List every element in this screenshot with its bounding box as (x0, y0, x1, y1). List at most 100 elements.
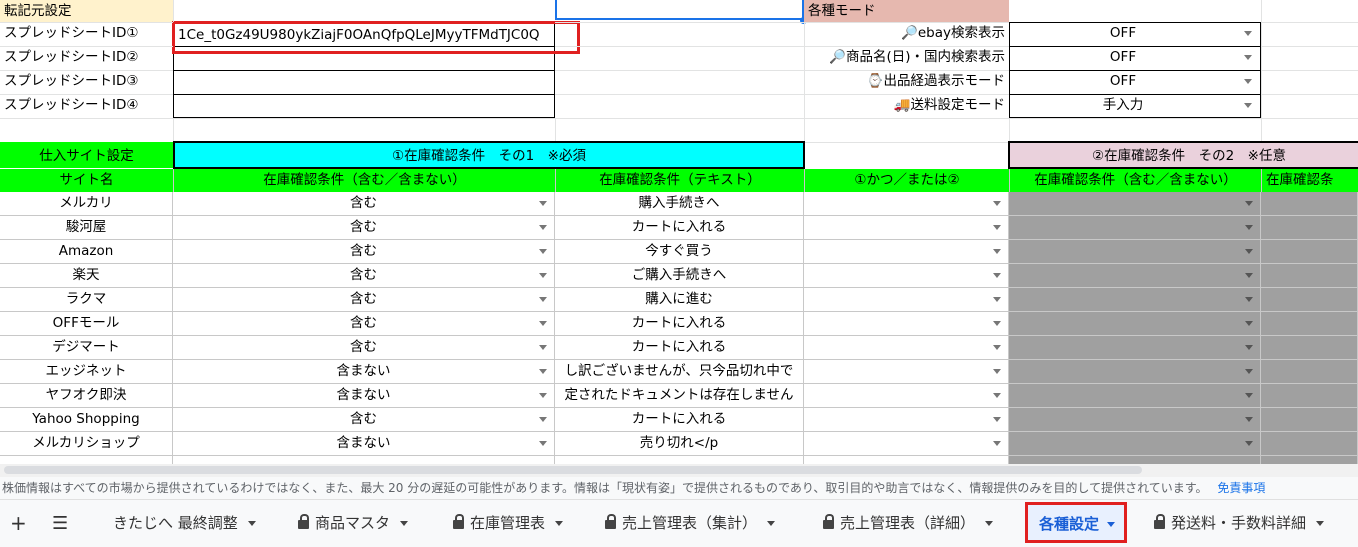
cond2-include-cell[interactable] (1009, 264, 1261, 288)
dropdown-arrow-icon[interactable] (539, 321, 547, 326)
sheet-tab-sales-summary[interactable]: 売上管理表（集計） (605, 500, 776, 547)
mode-label-listing-elapsed[interactable]: ⌚出品経過表示モード (804, 70, 1009, 94)
cond2-text-cell[interactable] (1261, 312, 1358, 336)
site-name-cell[interactable]: OFFモール (0, 312, 173, 336)
sheet-tab-product-master[interactable]: 商品マスタ (298, 500, 409, 547)
dropdown-arrow-icon[interactable] (993, 393, 1001, 398)
mode-label-product-name[interactable]: 🔎商品名(日)・国内検索表示 (804, 46, 1009, 70)
cond-text-cell[interactable]: ご購入手続きへ (555, 264, 804, 288)
dropdown-arrow-icon[interactable] (1245, 273, 1253, 278)
sheet-tab-kitajie[interactable]: きたじへ 最終調整 (113, 500, 256, 547)
dropdown-arrow-icon[interactable] (993, 201, 1001, 206)
site-name-cell[interactable]: メルカリショップ (0, 432, 173, 456)
site-name-cell[interactable]: ヤフオク即決 (0, 384, 173, 408)
cond2-text-cell[interactable] (1261, 408, 1358, 432)
dropdown-arrow-icon[interactable] (539, 369, 547, 374)
mode-value-ebay[interactable]: OFF (1009, 22, 1237, 46)
site-name-cell[interactable]: ラクマ (0, 288, 173, 312)
tab-menu-arrow-icon[interactable] (985, 521, 994, 526)
selected-cell-outline[interactable] (555, 0, 804, 20)
mode-label-ebay[interactable]: 🔎ebay検索表示 (804, 22, 1009, 46)
cond-include-cell[interactable]: 含まない (173, 432, 555, 456)
dropdown-arrow-icon[interactable] (993, 297, 1001, 302)
sheet-id-label-4[interactable]: スプレッドシートID④ (0, 94, 173, 118)
cond2-text-cell[interactable] (1261, 384, 1358, 408)
dropdown-arrow-icon[interactable] (1245, 225, 1253, 230)
dropdown-arrow-icon[interactable] (1245, 417, 1253, 422)
site-name-cell[interactable]: Amazon (0, 240, 173, 264)
dropdown-arrow-icon[interactable] (1245, 393, 1253, 398)
dropdown-arrow-icon[interactable] (1245, 321, 1253, 326)
dropdown-arrow-icon[interactable] (539, 393, 547, 398)
col-header-cond2-include[interactable]: 在庫確認条件（含む／含まない） (1009, 169, 1261, 192)
dropdown-arrow-icon[interactable] (1245, 297, 1253, 302)
and-or-cell[interactable] (804, 312, 1009, 336)
sheet-tab-settings-active[interactable]: 各種設定 (1025, 502, 1127, 543)
cond-text-cell[interactable]: 定されたドキュメントは存在しません (555, 384, 804, 408)
cond2-include-cell[interactable] (1009, 288, 1261, 312)
cond2-include-cell[interactable] (1009, 240, 1261, 264)
cond-include-cell[interactable]: 含む (173, 240, 555, 264)
site-name-cell[interactable]: エッジネット (0, 360, 173, 384)
cond-text-cell[interactable]: 今すぐ買う (555, 240, 804, 264)
dropdown-arrow-icon[interactable] (539, 441, 547, 446)
cond2-include-cell[interactable] (1009, 192, 1261, 216)
cond2-include-cell[interactable] (1009, 336, 1261, 360)
horizontal-scrollbar[interactable] (0, 464, 1358, 477)
cond-include-cell[interactable]: 含む (173, 192, 555, 216)
dropdown-arrow-icon[interactable] (539, 417, 547, 422)
dropdown-arrow-icon[interactable] (1244, 31, 1252, 36)
purchase-site-settings-header[interactable]: 仕入サイト設定 (0, 142, 173, 168)
mode-value-listing-elapsed[interactable]: OFF (1009, 70, 1237, 94)
cond-text-cell[interactable]: し訳ございませんが、只今品切れ中で (555, 360, 804, 384)
col-header-cond2-text[interactable]: 在庫確認条 (1261, 169, 1358, 192)
and-or-cell[interactable] (804, 432, 1009, 456)
dropdown-arrow-icon[interactable] (993, 441, 1001, 446)
and-or-cell[interactable] (804, 216, 1009, 240)
dropdown-arrow-icon[interactable] (1244, 103, 1252, 108)
cond-include-cell[interactable]: 含む (173, 216, 555, 240)
dropdown-arrow-icon[interactable] (1244, 79, 1252, 84)
sheet-id-label-1[interactable]: スプレッドシートID① (0, 22, 173, 46)
cond-text-cell[interactable]: カートに入れる (555, 408, 804, 432)
cond2-include-cell[interactable] (1009, 408, 1261, 432)
and-or-cell[interactable] (804, 360, 1009, 384)
scrollbar-thumb[interactable] (4, 466, 1142, 474)
tab-menu-arrow-icon[interactable] (767, 521, 776, 526)
cond-text-cell[interactable]: カートに入れる (555, 216, 804, 240)
sheet-id-label-3[interactable]: スプレッドシートID③ (0, 70, 173, 94)
tab-menu-arrow-icon[interactable] (1316, 521, 1325, 526)
partial-row-cell[interactable] (804, 456, 1009, 464)
dropdown-arrow-icon[interactable] (539, 201, 547, 206)
sheet-tab-inventory[interactable]: 在庫管理表 (453, 500, 564, 547)
tab-menu-arrow-icon[interactable] (400, 521, 409, 526)
cond2-text-cell[interactable] (1261, 360, 1358, 384)
cond-text-cell[interactable]: 購入手続きへ (555, 192, 804, 216)
cond2-text-cell[interactable] (1261, 264, 1358, 288)
cond-include-cell[interactable]: 含まない (173, 384, 555, 408)
tab-menu-arrow-icon[interactable] (1107, 522, 1116, 527)
dropdown-arrow-icon[interactable] (1245, 201, 1253, 206)
cond2-text-cell[interactable] (1261, 432, 1358, 456)
site-name-cell[interactable]: 駿河屋 (0, 216, 173, 240)
site-name-cell[interactable]: メルカリ (0, 192, 173, 216)
dropdown-arrow-icon[interactable] (993, 369, 1001, 374)
and-or-cell[interactable] (804, 384, 1009, 408)
dropdown-arrow-icon[interactable] (539, 273, 547, 278)
modes-header[interactable]: 各種モード (804, 0, 1009, 22)
cond-text-cell[interactable]: カートに入れる (555, 312, 804, 336)
and-or-cell[interactable] (804, 288, 1009, 312)
site-name-cell[interactable]: デジマート (0, 336, 173, 360)
and-or-cell[interactable] (804, 408, 1009, 432)
partial-row-cell[interactable] (0, 456, 173, 464)
col-header-cond-text[interactable]: 在庫確認条件（テキスト） (555, 169, 804, 192)
add-sheet-button[interactable]: + (10, 500, 27, 547)
dropdown-arrow-icon[interactable] (1244, 55, 1252, 60)
dropdown-arrow-icon[interactable] (539, 345, 547, 350)
cond2-text-cell[interactable] (1261, 240, 1358, 264)
cond-include-cell[interactable]: 含む (173, 312, 555, 336)
dropdown-arrow-icon[interactable] (1245, 345, 1253, 350)
dropdown-arrow-icon[interactable] (539, 297, 547, 302)
dropdown-arrow-icon[interactable] (993, 225, 1001, 230)
col-header-and-or[interactable]: ①かつ／または② (804, 169, 1009, 192)
